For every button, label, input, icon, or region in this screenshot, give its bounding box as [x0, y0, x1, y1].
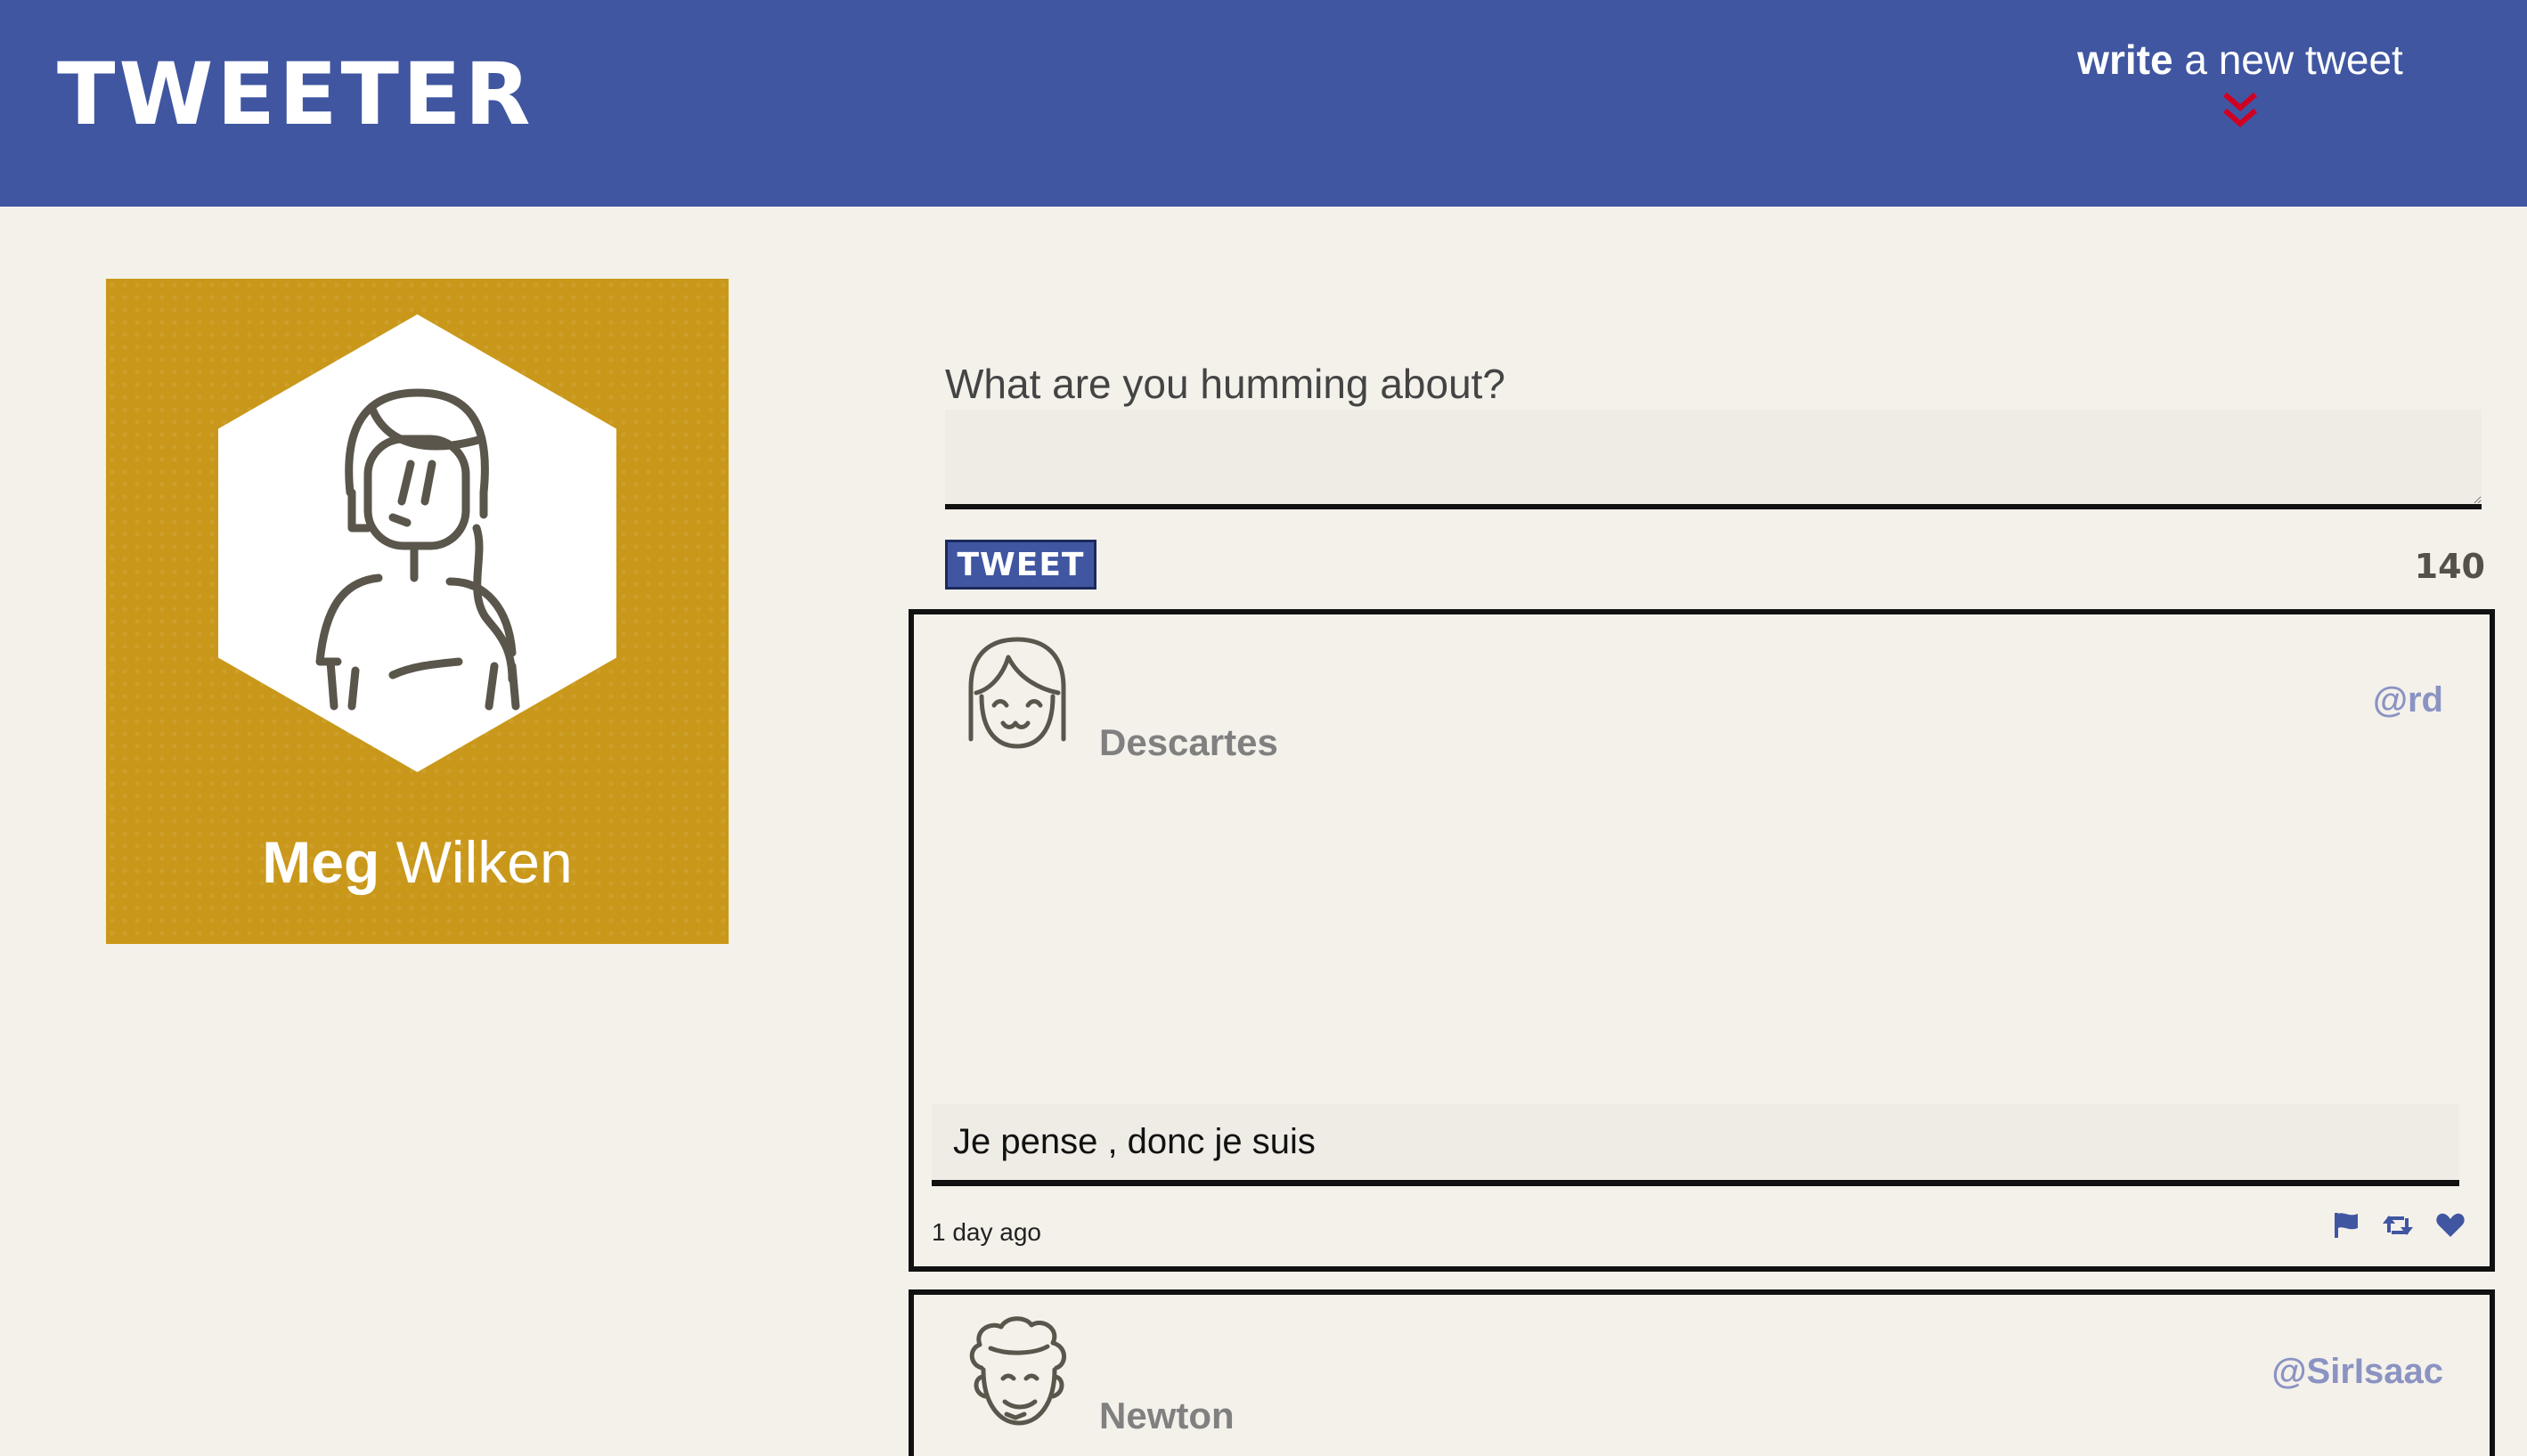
- tweet-author-name: Newton: [1099, 1395, 1235, 1436]
- navbar: TWEETER write a new tweet: [0, 0, 2527, 207]
- retweet-icon[interactable]: [2383, 1213, 2413, 1242]
- brand-logo: TWEETER: [57, 45, 534, 144]
- write-new-tweet-toggle[interactable]: write a new tweet: [2066, 39, 2414, 130]
- profile-avatar: [218, 314, 616, 772]
- tweet-author-name: Descartes: [1099, 721, 1278, 763]
- tweet-card: Descartes @rd Je pense , donc je suis 1 …: [909, 609, 2495, 1272]
- tweet-card: Newton @SirIsaac: [909, 1289, 2495, 1456]
- tweet-author-handle: @SirIsaac: [2271, 1352, 2443, 1391]
- compose-toggle-label: write a new tweet: [2066, 39, 2414, 80]
- profile-last-name: Wilken: [395, 829, 573, 895]
- heart-icon[interactable]: [2436, 1213, 2465, 1242]
- profile-first-name: Meg: [262, 829, 380, 895]
- composer-prompt: What are you humming about?: [945, 361, 1506, 407]
- flag-icon[interactable]: [2333, 1211, 2360, 1244]
- smiling-face-bangs-icon: [968, 637, 1066, 749]
- tweet-actions: [2333, 1211, 2465, 1244]
- curly-hair-face-icon: [969, 1316, 1066, 1426]
- user-profile-card: Meg Wilken: [106, 279, 729, 944]
- compose-toggle-rest: a new tweet: [2184, 37, 2403, 83]
- tweet-submit-button[interactable]: TWEET: [945, 540, 1096, 590]
- tweet-text-input[interactable]: [945, 410, 2482, 509]
- page: TWEETER write a new tweet Meg Wilken Wha…: [0, 0, 2527, 1456]
- profile-name: Meg Wilken: [106, 833, 729, 891]
- tweet-content: Je pense , donc je suis: [932, 1104, 2459, 1186]
- tweet-author-handle: @rd: [2372, 680, 2443, 720]
- double-chevron-down-icon: [2223, 92, 2257, 128]
- character-counter: 140: [2414, 547, 2485, 586]
- compose-toggle-strong: write: [2077, 37, 2173, 83]
- tweet-timestamp: 1 day ago: [932, 1218, 1041, 1246]
